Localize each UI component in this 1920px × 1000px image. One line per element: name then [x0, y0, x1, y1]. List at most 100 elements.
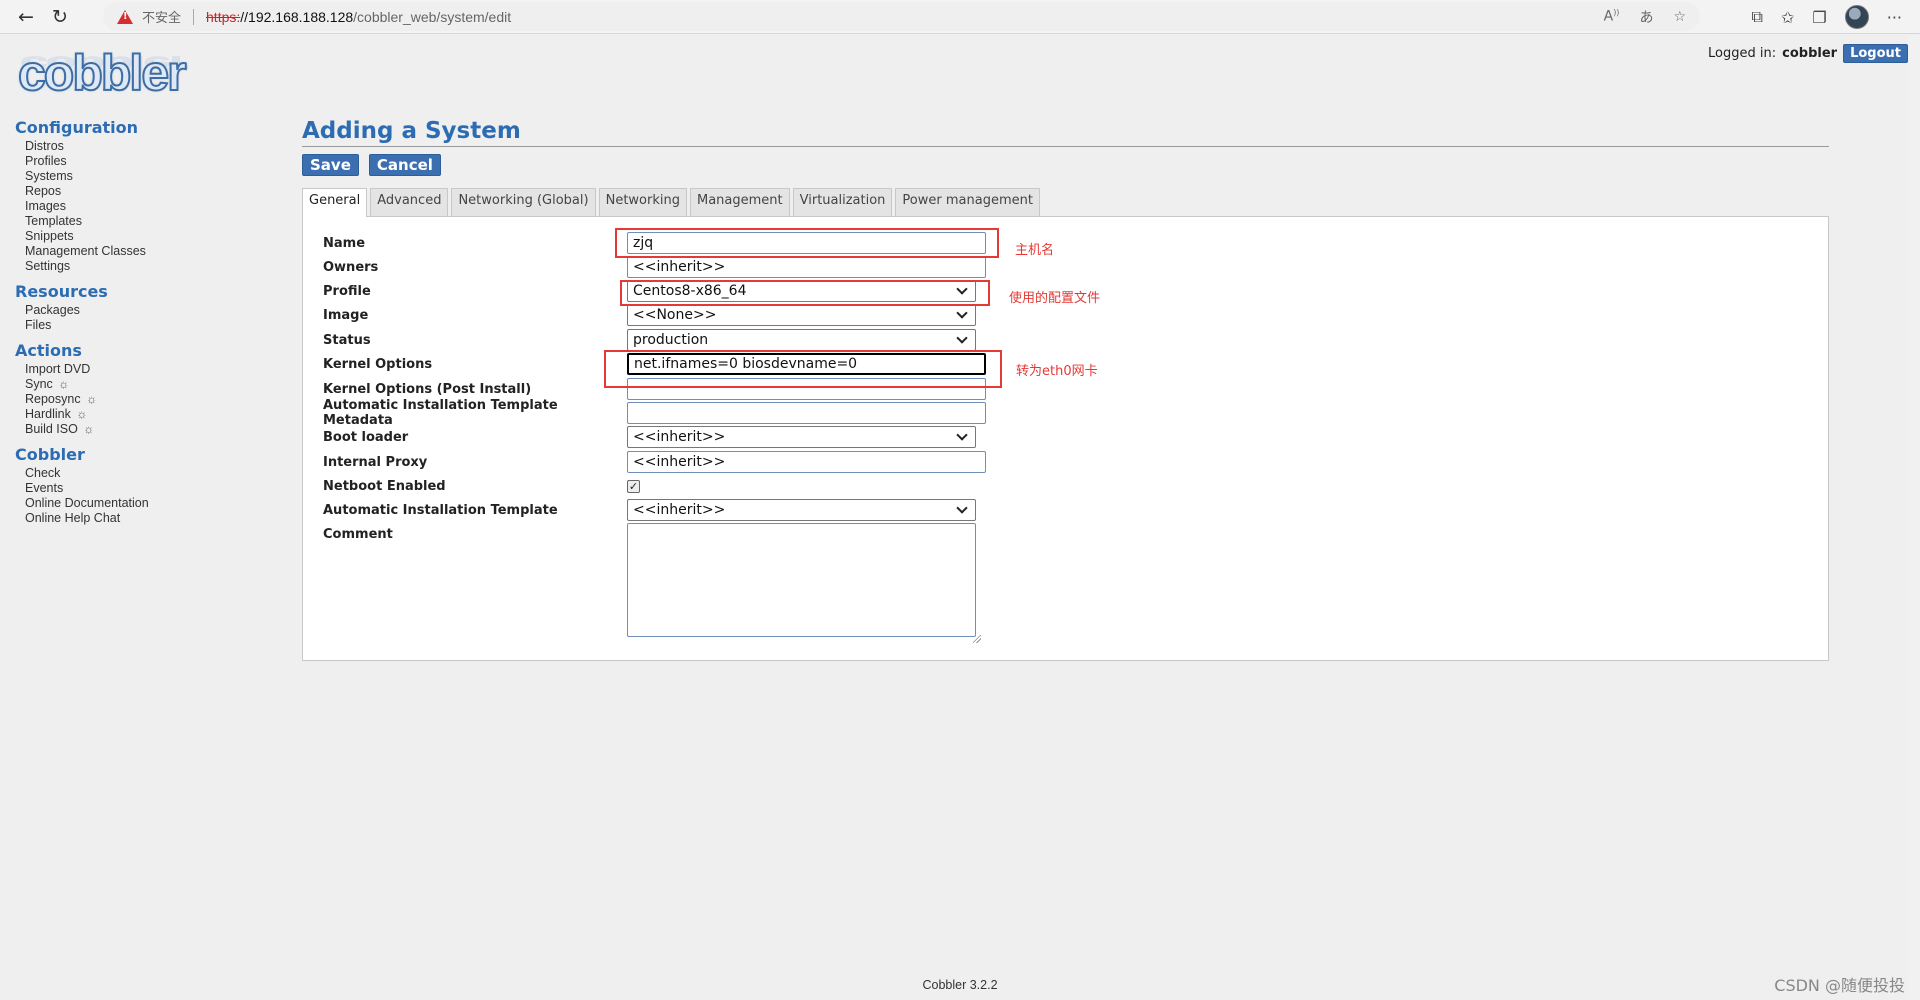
sidebar-item-systems[interactable]: Systems [25, 169, 275, 184]
address-bar[interactable]: 不安全 https://192.168.188.128/cobbler_web/… [103, 2, 1700, 31]
annotation-box-hostname [615, 228, 999, 258]
address-bar-icons: A)) あ ☆ [1604, 2, 1686, 31]
tab-networking-global[interactable]: Networking (Global) [451, 188, 596, 216]
favorites-icon[interactable]: ✩ [1781, 8, 1794, 27]
tab-advanced[interactable]: Advanced [370, 188, 449, 216]
read-aloud-glyph: A [1603, 8, 1614, 25]
comment-textarea[interactable] [627, 523, 976, 637]
boot-loader-select[interactable]: <<inherit>> [627, 426, 976, 448]
reload-icon: ↻ [52, 5, 68, 28]
favorite-add-icon[interactable]: ☆ [1673, 9, 1686, 25]
form-actions: Save Cancel [302, 154, 1829, 176]
sidebar-item-check[interactable]: Check [25, 466, 275, 481]
sidebar-heading-resources[interactable]: Resources [15, 282, 275, 301]
gear-icon: ☼ [58, 377, 70, 391]
logged-in-user: cobbler [1782, 46, 1838, 61]
browser-toolbar: ← ↻ 不安全 https://192.168.188.128/cobbler_… [0, 0, 1920, 34]
sidebar-item-label: Build ISO [25, 422, 78, 436]
url-path: /cobbler_web/system/edit [353, 8, 512, 25]
sidebar-item-files[interactable]: Files [25, 318, 275, 333]
logout-button[interactable]: Logout [1843, 44, 1908, 63]
chevron-down-icon [956, 429, 968, 441]
sidebar-item-management-classes[interactable]: Management Classes [25, 244, 275, 259]
sidebar-item-build-iso[interactable]: Build ISO ☼ [25, 422, 275, 437]
url-text[interactable]: https://192.168.188.128/cobbler_web/syst… [206, 9, 511, 25]
sidebar-item-events[interactable]: Events [25, 481, 275, 496]
reload-button[interactable]: ↻ [43, 0, 77, 34]
autoinstall-template-label: Automatic Installation Template [323, 502, 558, 518]
gear-icon: ☼ [83, 422, 95, 436]
gear-icon: ☼ [76, 407, 88, 421]
general-form-panel: Name zjq Owners <<inherit>> Profile Cent… [302, 216, 1829, 661]
login-status: Logged in: cobbler Logout [1708, 44, 1908, 63]
sidebar-item-packages[interactable]: Packages [25, 303, 275, 318]
sidebar-item-online-documentation[interactable]: Online Documentation [25, 496, 275, 511]
tab-power-management[interactable]: Power management [895, 188, 1040, 216]
sidebar-item-settings[interactable]: Settings [25, 259, 275, 274]
row-status: Status production [323, 329, 976, 351]
sidebar-item-images[interactable]: Images [25, 199, 275, 214]
sidebar-heading-configuration[interactable]: Configuration [15, 118, 275, 137]
tab-general[interactable]: General [302, 188, 368, 217]
vertical-scrollbar[interactable] [1908, 35, 1920, 1000]
sidebar-item-sync[interactable]: Sync ☼ [25, 377, 275, 392]
row-image: Image <<None>> [323, 304, 976, 326]
translate-icon[interactable]: あ [1639, 7, 1653, 27]
sidebar-heading-actions[interactable]: Actions [15, 341, 275, 360]
tab-virtualization[interactable]: Virtualization [792, 188, 893, 216]
image-select-value: <<None>> [633, 307, 717, 323]
logo-text: cobbler [17, 44, 188, 102]
annotation-box-kernel [604, 350, 1002, 388]
annotation-text-profile: 使用的配置文件 [1009, 291, 1101, 306]
save-button[interactable]: Save [302, 154, 359, 176]
chevron-down-icon [956, 332, 968, 344]
profile-label: Profile [323, 283, 371, 299]
profile-avatar[interactable] [1844, 5, 1869, 29]
kernel-options-label: Kernel Options [323, 356, 433, 372]
netboot-enabled-checkbox[interactable]: ✓ [627, 479, 640, 493]
page-title: Adding a System [302, 118, 521, 144]
status-label: Status [323, 332, 371, 348]
address-divider [193, 8, 195, 25]
checkmark-icon: ✓ [628, 479, 639, 493]
more-icon[interactable]: ··· [1887, 8, 1902, 27]
extensions-icon[interactable]: ⧉ [1752, 7, 1763, 27]
sidebar-list-resources: Packages Files [25, 303, 275, 333]
resize-grip-icon[interactable] [973, 635, 981, 643]
image-label: Image [323, 307, 369, 323]
row-autoinstall-meta: Automatic Installation Template Metadata [323, 398, 986, 428]
sidebar-item-hardlink[interactable]: Hardlink ☼ [25, 407, 275, 422]
autoinstall-meta-label: Automatic Installation Template Metadata [323, 398, 558, 428]
image-select[interactable]: <<None>> [627, 304, 976, 326]
comment-label: Comment [323, 527, 393, 542]
cancel-button[interactable]: Cancel [368, 154, 441, 176]
sidebar-heading-cobbler[interactable]: Cobbler [15, 445, 275, 464]
sidebar-item-repos[interactable]: Repos [25, 184, 275, 199]
row-netboot-enabled: Netboot Enabled ✓ [323, 475, 640, 497]
tab-networking[interactable]: Networking [598, 188, 687, 216]
read-aloud-icon[interactable]: A)) [1604, 8, 1620, 25]
sidebar-item-import-dvd[interactable]: Import DVD [25, 362, 275, 377]
autoinstall-template-select[interactable]: <<inherit>> [627, 499, 976, 521]
tab-bar: General Advanced Networking (Global) Net… [302, 188, 1040, 217]
collections-icon[interactable]: ❐ [1812, 8, 1826, 27]
back-button[interactable]: ← [9, 0, 43, 34]
sidebar-item-snippets[interactable]: Snippets [25, 229, 275, 244]
autoinstall-template-select-value: <<inherit>> [633, 502, 726, 518]
browser-actions: ⧉ ✩ ❐ ··· [1752, 0, 1920, 34]
cobbler-logo[interactable]: cobbler cobbler [17, 44, 193, 106]
sidebar-item-online-help-chat[interactable]: Online Help Chat [25, 511, 275, 526]
sidebar-item-reposync[interactable]: Reposync ☼ [25, 392, 275, 407]
row-owners: Owners <<inherit>> [323, 256, 986, 278]
autoinstall-meta-input[interactable] [627, 402, 986, 424]
sidebar-item-templates[interactable]: Templates [25, 214, 275, 229]
tab-management[interactable]: Management [689, 188, 790, 216]
owners-input[interactable]: <<inherit>> [627, 256, 986, 278]
sidebar-list-actions: Import DVD Sync ☼ Reposync ☼ Hardlink ☼ … [25, 362, 275, 437]
sidebar-item-label: Reposync [25, 392, 81, 406]
status-select[interactable]: production [627, 329, 976, 351]
internal-proxy-input[interactable]: <<inherit>> [627, 451, 986, 473]
sidebar-item-distros[interactable]: Distros [25, 139, 275, 154]
status-select-value: production [633, 332, 709, 348]
sidebar-item-profiles[interactable]: Profiles [25, 154, 275, 169]
